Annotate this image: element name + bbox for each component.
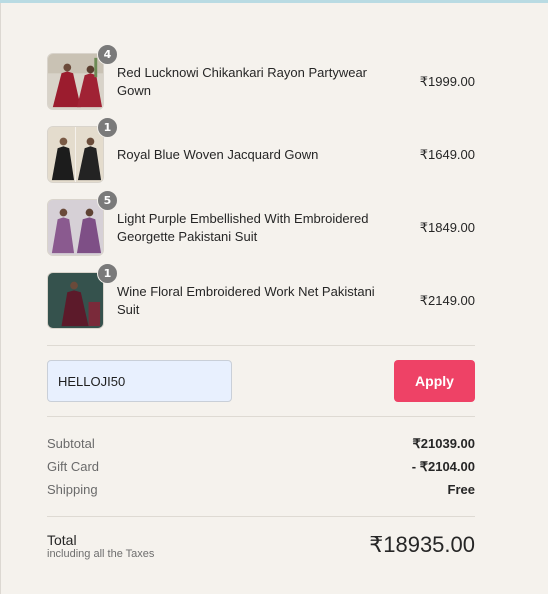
product-thumbnail: [47, 272, 104, 329]
divider: [47, 345, 475, 346]
discount-code-input[interactable]: [47, 360, 232, 402]
quantity-badge: 1: [97, 117, 118, 138]
product-thumbnail: [47, 126, 104, 183]
item-name: Light Purple Embellished With Embroidere…: [117, 210, 369, 244]
quantity-badge: 4: [97, 44, 118, 65]
item-name: Red Lucknowi Chikankari Rayon Partywear …: [117, 64, 368, 98]
total-label: Total: [47, 532, 77, 548]
product-thumbnail: [47, 53, 104, 110]
total-tax-note: including all the Taxes: [47, 548, 155, 560]
quantity-badge: 5: [97, 190, 118, 211]
left-divider: [0, 3, 1, 594]
subtotal-row: Subtotal ₹21039.00: [47, 436, 475, 454]
subtotal-value: ₹21039.00: [412, 436, 476, 451]
divider: [47, 516, 475, 517]
divider: [47, 416, 475, 417]
item-price: ₹2149.00: [419, 292, 475, 308]
item-price: ₹1999.00: [419, 73, 475, 89]
cart-item: 1 Royal Blue Woven Jacquard Gown ₹1649.0…: [47, 117, 475, 184]
cart-item: 5 Light Purple Embellished With Embroide…: [47, 190, 475, 257]
quantity-badge: 1: [97, 263, 118, 284]
item-price: ₹1649.00: [419, 146, 475, 162]
giftcard-value: - ₹2104.00: [411, 459, 475, 474]
apply-discount-button[interactable]: Apply: [394, 360, 475, 402]
item-name: Wine Floral Embroidered Work Net Pakista…: [117, 283, 375, 317]
cart-item: 1 Wine Floral Embroidered Work Net Pakis…: [47, 263, 475, 330]
product-thumbnail: [47, 199, 104, 256]
giftcard-label: Gift Card: [47, 459, 100, 474]
item-price: ₹1849.00: [419, 219, 475, 235]
subtotal-label: Subtotal: [47, 436, 95, 451]
cart-item: 4 Red Lucknowi Chikankari Rayon Partywea…: [47, 44, 475, 111]
shipping-row: Shipping Free: [47, 482, 475, 500]
total-value: ₹18935.00: [369, 532, 475, 557]
shipping-label: Shipping: [47, 482, 98, 497]
top-border: [0, 0, 548, 3]
giftcard-row: Gift Card - ₹2104.00: [47, 459, 475, 477]
shipping-value: Free: [447, 482, 475, 497]
item-name: Royal Blue Woven Jacquard Gown: [117, 146, 319, 162]
